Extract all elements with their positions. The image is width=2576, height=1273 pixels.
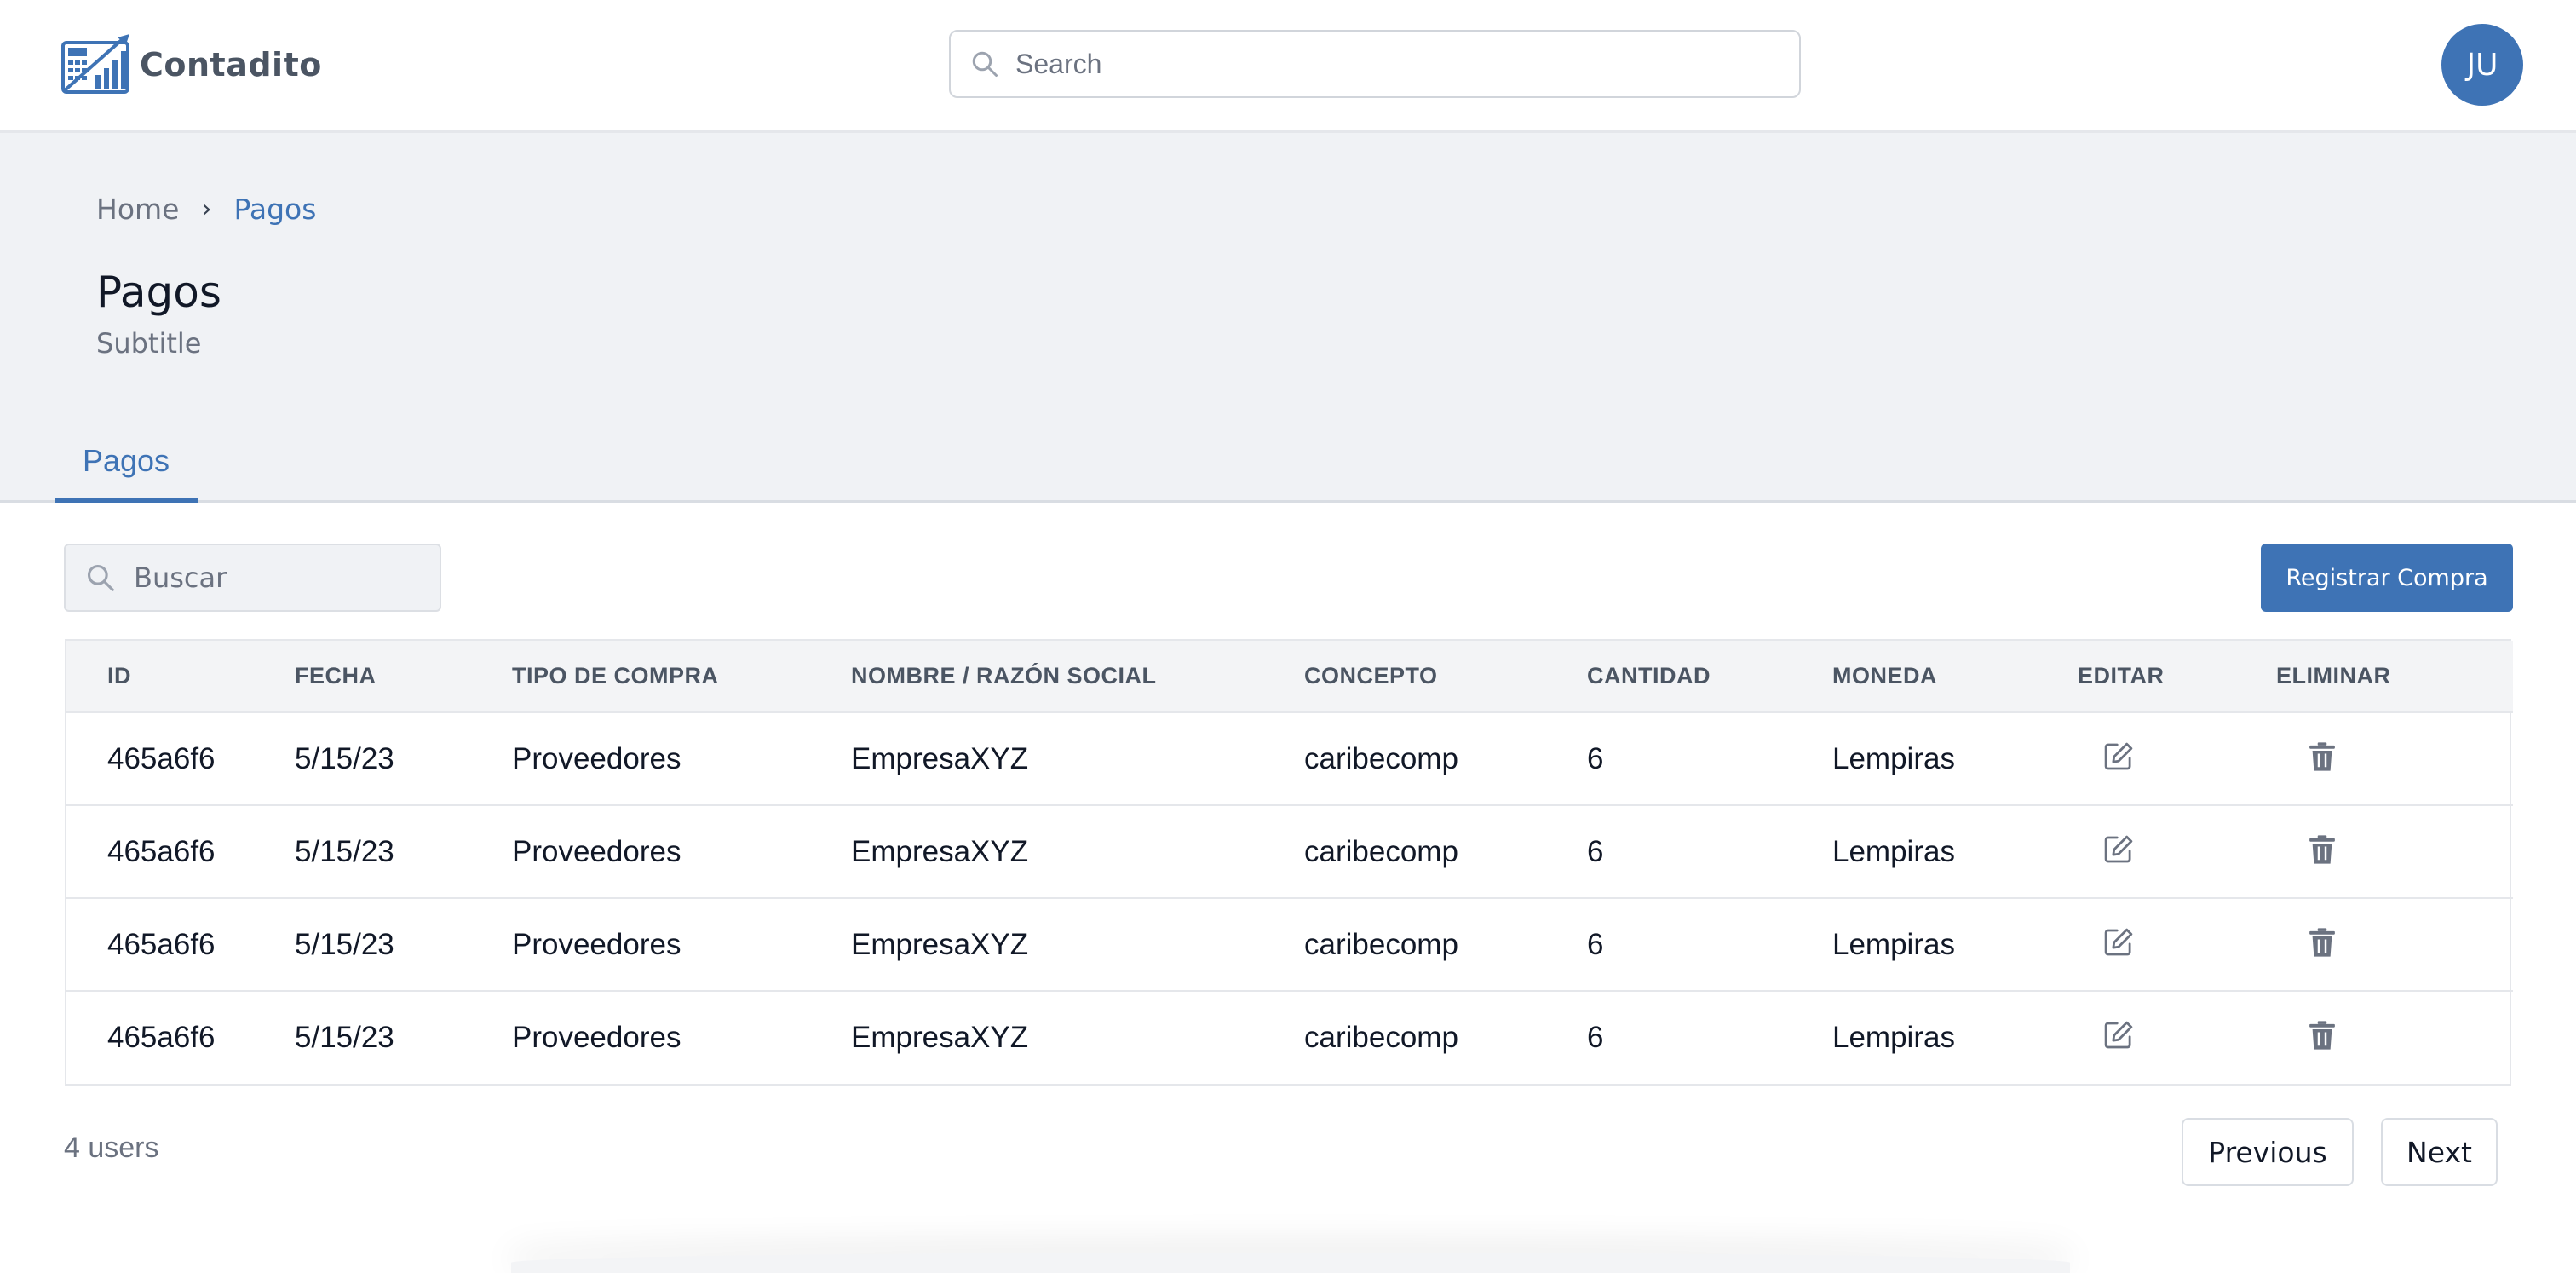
table-header-row: ID FECHA TIPO DE COMPRA NOMBRE / RAZÓN S… [66, 641, 2513, 712]
column-header: EDITAR [2078, 663, 2165, 688]
cell-cantidad: 6 [1587, 927, 1604, 961]
cell-edit [2078, 712, 2276, 805]
cell-nombre: EmpresaXYZ [851, 834, 1029, 868]
cell-concepto: caribecomp [1304, 741, 1458, 775]
chevron-right-icon: › [201, 194, 212, 224]
trash-icon[interactable] [2302, 736, 2343, 777]
column-header[interactable]: CANTIDAD [1587, 641, 1832, 712]
page-header: Home › Pagos Pagos Subtitle Pagos [0, 133, 2576, 503]
table-search-input[interactable] [132, 561, 422, 595]
column-header[interactable]: MONEDA [1832, 641, 2078, 712]
table-search[interactable] [64, 544, 441, 612]
cell-delete [2276, 712, 2513, 805]
cell-id: 465a6f6 [107, 1021, 216, 1054]
table-row: 465a6f6 5/15/23 Proveedores EmpresaXYZ carib… [66, 712, 2513, 805]
column-header: ELIMINAR [2276, 663, 2391, 688]
breadcrumb-current: Pagos [233, 193, 317, 226]
cell-id: 465a6f6 [107, 927, 216, 961]
cell-cantidad: 6 [1587, 1021, 1604, 1054]
cell-concepto: caribecomp [1304, 927, 1458, 961]
payments-table: ID FECHA TIPO DE COMPRA NOMBRE / RAZÓN S… [65, 639, 2513, 1086]
app-name: Contadito [140, 46, 322, 84]
column-header[interactable]: NOMBRE / RAZÓN SOCIAL [851, 641, 1304, 712]
column-header[interactable]: FECHA [295, 641, 512, 712]
cell-nombre: EmpresaXYZ [851, 1021, 1029, 1054]
breadcrumb: Home › Pagos [96, 193, 316, 226]
cell-concepto: caribecomp [1304, 1021, 1458, 1054]
edit-icon[interactable] [2098, 1015, 2139, 1056]
cell-delete [2276, 991, 2513, 1084]
page-subtitle: Subtitle [96, 327, 202, 360]
cell-fecha: 5/15/23 [295, 741, 394, 775]
column-header[interactable]: CONCEPTO [1304, 641, 1587, 712]
table-row: 465a6f6 5/15/23 Proveedores EmpresaXYZ carib… [66, 898, 2513, 991]
table-body: 465a6f6 5/15/23 Proveedores EmpresaXYZ carib… [66, 712, 2513, 1084]
top-bar: Contadito JU [0, 0, 2576, 133]
trash-icon[interactable] [2302, 1015, 2343, 1056]
search-icon [87, 564, 114, 591]
cell-nombre: EmpresaXYZ [851, 927, 1029, 961]
cell-tipo: Proveedores [512, 927, 681, 961]
previous-page-button[interactable]: Previous [2182, 1118, 2354, 1186]
edit-icon[interactable] [2098, 736, 2139, 777]
tab-pagos[interactable]: Pagos [55, 423, 198, 503]
cell-id: 465a6f6 [107, 834, 216, 868]
cell-id: 465a6f6 [107, 741, 216, 775]
cell-tipo: Proveedores [512, 834, 681, 868]
cell-moneda: Lempiras [1832, 741, 1955, 775]
cell-tipo: Proveedores [512, 741, 681, 775]
search-icon [972, 51, 998, 77]
cell-fecha: 5/15/23 [295, 927, 394, 961]
cell-cantidad: 6 [1587, 741, 1604, 775]
table-row: 465a6f6 5/15/23 Proveedores EmpresaXYZ carib… [66, 805, 2513, 898]
trash-icon[interactable] [2302, 829, 2343, 870]
cell-nombre: EmpresaXYZ [851, 741, 1029, 775]
cell-delete [2276, 805, 2513, 898]
cell-delete [2276, 898, 2513, 991]
cell-moneda: Lempiras [1832, 927, 1955, 961]
trash-icon[interactable] [2302, 922, 2343, 963]
registrar-compra-button[interactable]: Registrar Compra [2261, 544, 2513, 612]
cell-edit [2078, 898, 2276, 991]
user-avatar[interactable]: JU [2441, 24, 2523, 106]
cell-moneda: Lempiras [1832, 1021, 1955, 1054]
cell-moneda: Lempiras [1832, 834, 1955, 868]
cell-tipo: Proveedores [512, 1021, 681, 1054]
cell-fecha: 5/15/23 [295, 1021, 394, 1054]
logo-icon [61, 34, 129, 94]
global-search-input[interactable] [1014, 47, 1780, 81]
column-header[interactable]: ID [66, 641, 295, 712]
cell-fecha: 5/15/23 [295, 834, 394, 868]
page-title: Pagos [96, 268, 221, 317]
cell-cantidad: 6 [1587, 834, 1604, 868]
record-count: 4 users [64, 1132, 159, 1164]
edit-icon[interactable] [2098, 922, 2139, 963]
app-logo[interactable]: Contadito [61, 34, 322, 95]
cell-concepto: caribecomp [1304, 834, 1458, 868]
edit-icon[interactable] [2098, 829, 2139, 870]
next-page-button[interactable]: Next [2381, 1118, 2498, 1186]
column-header[interactable]: TIPO DE COMPRA [512, 641, 851, 712]
cell-edit [2078, 991, 2276, 1084]
cell-edit [2078, 805, 2276, 898]
breadcrumb-home-link[interactable]: Home [96, 193, 179, 226]
global-search[interactable] [949, 30, 1801, 98]
bottom-edge-shadow [511, 1253, 2070, 1273]
table-row: 465a6f6 5/15/23 Proveedores EmpresaXYZ carib… [66, 991, 2513, 1084]
